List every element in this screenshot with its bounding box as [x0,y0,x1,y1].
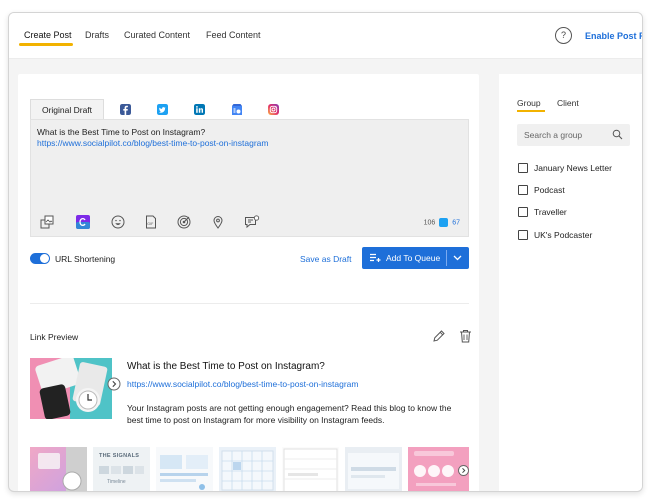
carousel-image[interactable] [30,447,87,491]
app-window: Create Post Drafts Curated Content Feed … [8,12,643,492]
char-count: 106 [423,219,436,227]
add-to-queue-button[interactable]: Add To Queue [362,247,469,269]
divider [30,303,469,304]
character-counter: 106 67 [424,218,460,227]
next-image-icon[interactable] [107,377,121,391]
target-icon[interactable] [177,215,191,229]
canva-icon[interactable] [76,215,90,229]
instagram-icon[interactable] [268,104,279,115]
post-editor[interactable]: What is the Best Time to Post on Instagr… [30,119,469,237]
carousel-thumb-caption: Timeline [107,479,126,485]
composer-card: Original Draft What is the Best Time to … [18,74,479,491]
tab-group[interactable]: Group [517,98,541,108]
tab-create-post[interactable]: Create Post [24,30,72,40]
carousel-image[interactable] [156,447,213,491]
twitter-char-count: 67 [452,219,460,227]
post-link[interactable]: https://www.socialpilot.co/blog/best-tim… [37,138,268,149]
carousel-image[interactable] [219,447,276,491]
search-icon[interactable] [612,129,623,140]
tab-drafts[interactable]: Drafts [85,30,109,40]
group-name: UK's Podcaster [534,230,593,240]
checkbox[interactable] [518,185,528,195]
enable-post-link[interactable]: Enable Post P [585,31,642,41]
group-item[interactable]: UK's Podcaster [518,230,592,240]
carousel-thumb-heading: THE SIGNALS [99,453,140,459]
checkbox[interactable] [518,230,528,240]
link-preview-title: Link Preview [30,332,79,342]
gif-icon[interactable]: GIF [144,215,158,229]
carousel-thumb-art [283,448,338,491]
url-shortening-toggle[interactable] [30,253,50,264]
carousel-thumb-art [221,450,274,491]
add-to-queue-label: Add To Queue [386,253,441,263]
save-as-draft-button[interactable]: Save as Draft [300,254,352,264]
linkedin-icon[interactable] [194,104,205,115]
svg-text:GIF: GIF [147,222,154,226]
delete-icon[interactable] [459,329,472,343]
active-tab-indicator [19,43,73,46]
top-nav: Create Post Drafts Curated Content Feed … [9,13,642,59]
post-text[interactable]: What is the Best Time to Post on Instagr… [37,127,268,149]
emoji-icon[interactable] [111,215,125,229]
tab-client[interactable]: Client [557,98,579,108]
url-shortening-label: URL Shortening [55,254,116,264]
help-icon[interactable]: ? [555,27,572,44]
queue-list-icon [370,253,381,262]
edit-icon[interactable] [432,329,446,343]
twitter-icon[interactable] [157,104,168,115]
group-name: January News Letter [534,163,612,173]
tab-curated-content[interactable]: Curated Content [124,30,190,40]
button-divider [446,250,447,266]
group-search [517,124,630,146]
carousel-image[interactable]: THE SIGNALS Timeline [93,447,150,491]
carousel-next-icon[interactable] [458,465,469,476]
link-preview-thumbnail [30,358,112,419]
carousel-thumb-art [348,453,399,489]
instagram-article-image [30,358,112,419]
group-name: Podcast [534,185,565,195]
tab-original-draft[interactable]: Original Draft [30,99,104,121]
carousel-image[interactable] [345,447,402,491]
active-sidebar-tab-indicator [517,110,545,112]
carousel-thumb-art [38,447,87,491]
group-name: Traveller [534,207,567,217]
checkbox[interactable] [518,163,528,173]
group-sidebar: Group Client January News Letter Podcast… [499,74,642,491]
link-preview-url[interactable]: https://www.socialpilot.co/blog/best-tim… [127,379,358,389]
comment-icon[interactable] [244,215,260,229]
link-preview-headline: What is the Best Time to Post on Instagr… [127,361,325,372]
carousel-thumb-art [99,466,144,474]
twitter-count-icon [439,218,449,227]
group-item[interactable]: Traveller [518,207,567,217]
location-icon[interactable] [211,215,225,229]
facebook-icon[interactable] [120,104,131,115]
group-item[interactable]: Podcast [518,185,565,195]
group-item[interactable]: January News Letter [518,163,612,173]
chevron-down-icon[interactable] [453,255,462,261]
image-carousel: THE SIGNALS Timeline [30,447,469,491]
media-icon[interactable] [40,215,54,229]
carousel-thumb-art [160,455,208,490]
carousel-image[interactable] [282,447,339,491]
tab-feed-content[interactable]: Feed Content [206,30,261,40]
checkbox[interactable] [518,207,528,217]
link-preview-description: Your Instagram posts are not getting eno… [127,403,452,425]
post-body: What is the Best Time to Post on Instagr… [37,127,206,137]
google-business-icon[interactable] [231,103,243,116]
